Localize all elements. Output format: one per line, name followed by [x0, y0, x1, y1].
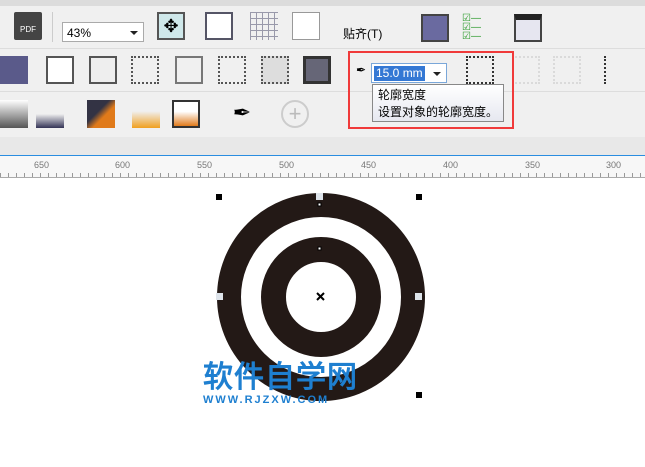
ruler-tick: 650 — [34, 160, 50, 170]
tooltip: 轮廓宽度 设置对象的轮廓宽度。 — [372, 84, 504, 122]
front-minus-back-icon[interactable] — [218, 56, 246, 84]
toolbar-band — [0, 137, 645, 156]
separator — [52, 12, 53, 42]
chevron-down-icon — [130, 31, 138, 39]
watermark-url: WWW.RJZXW.COM — [203, 394, 330, 406]
options-icon[interactable] — [421, 14, 449, 42]
ruler-tick: 300 — [606, 160, 622, 170]
drop-shadow-icon[interactable] — [0, 100, 28, 128]
group-icon[interactable] — [466, 56, 494, 84]
color-eyedropper-icon[interactable] — [87, 100, 115, 128]
rulers-icon[interactable] — [205, 12, 233, 40]
checklist-icon[interactable]: ☑— ☑— ☑— — [462, 14, 490, 42]
standard-toolbar: PDF 43% ✥ 贴齐(T) ☑— ☑— ☑— — [0, 6, 645, 49]
combine-icon[interactable] — [0, 56, 28, 84]
launcher-icon[interactable] — [514, 14, 542, 42]
outline-width-value: 15.0 mm — [374, 66, 425, 81]
ruler-tick: 350 — [525, 160, 541, 170]
horizontal-ruler[interactable] — [0, 156, 645, 178]
snap-to-menu[interactable]: 贴齐(T) — [343, 25, 382, 42]
boundary-icon[interactable] — [303, 56, 331, 84]
ungroup-icon — [512, 56, 540, 84]
zoom-level-dropdown[interactable]: 43% — [62, 22, 144, 42]
intersect-icon[interactable] — [131, 56, 159, 84]
ungroup-all-icon — [553, 56, 581, 84]
back-minus-front-icon[interactable] — [261, 56, 289, 84]
outline-width-input[interactable]: 15.0 mm — [371, 63, 447, 83]
property-bar: ✒ 15.0 mm — [0, 49, 645, 92]
ruler-tick: 600 — [115, 160, 131, 170]
full-screen-preview-icon[interactable]: ✥ — [157, 12, 185, 40]
interactive-fill-icon[interactable] — [132, 100, 160, 128]
add-icon[interactable]: + — [281, 100, 309, 128]
node-handle[interactable] — [415, 293, 422, 300]
node-handle[interactable] — [317, 202, 322, 207]
export-pdf-icon[interactable]: PDF — [14, 12, 42, 40]
weld-icon[interactable] — [46, 56, 74, 84]
outline-pen-icon[interactable]: ✒ — [228, 100, 256, 128]
grid-icon[interactable] — [250, 12, 278, 40]
canvas-drawing — [216, 193, 425, 401]
trim-icon[interactable] — [89, 56, 117, 84]
ruler-tick: 500 — [279, 160, 295, 170]
transparency-icon[interactable] — [36, 100, 64, 128]
pen-nib-icon: ✒ — [356, 63, 367, 77]
ruler-tick: 450 — [361, 160, 377, 170]
tooltip-title: 轮廓宽度 — [378, 88, 427, 102]
ruler-tick: 550 — [197, 160, 213, 170]
simplify-icon[interactable] — [175, 56, 203, 84]
watermark: 软件自学网 WWW.RJZXW.COM — [203, 361, 358, 407]
guidelines-icon[interactable] — [292, 12, 320, 40]
node-handle[interactable] — [317, 246, 322, 251]
tools-toolbar: ✒ + — [0, 92, 645, 137]
node-handle[interactable] — [216, 293, 223, 300]
drawing-canvas[interactable] — [0, 178, 645, 462]
align-icon[interactable] — [604, 56, 632, 84]
ruler-tick: 400 — [443, 160, 459, 170]
tooltip-description: 设置对象的轮廓宽度。 — [378, 105, 499, 119]
smart-fill-icon[interactable] — [172, 100, 200, 128]
watermark-title: 软件自学网 — [203, 361, 358, 394]
zoom-value: 43% — [67, 26, 92, 40]
center-x-icon — [316, 292, 325, 301]
node-handle[interactable] — [316, 193, 323, 200]
chevron-down-icon — [433, 72, 441, 80]
